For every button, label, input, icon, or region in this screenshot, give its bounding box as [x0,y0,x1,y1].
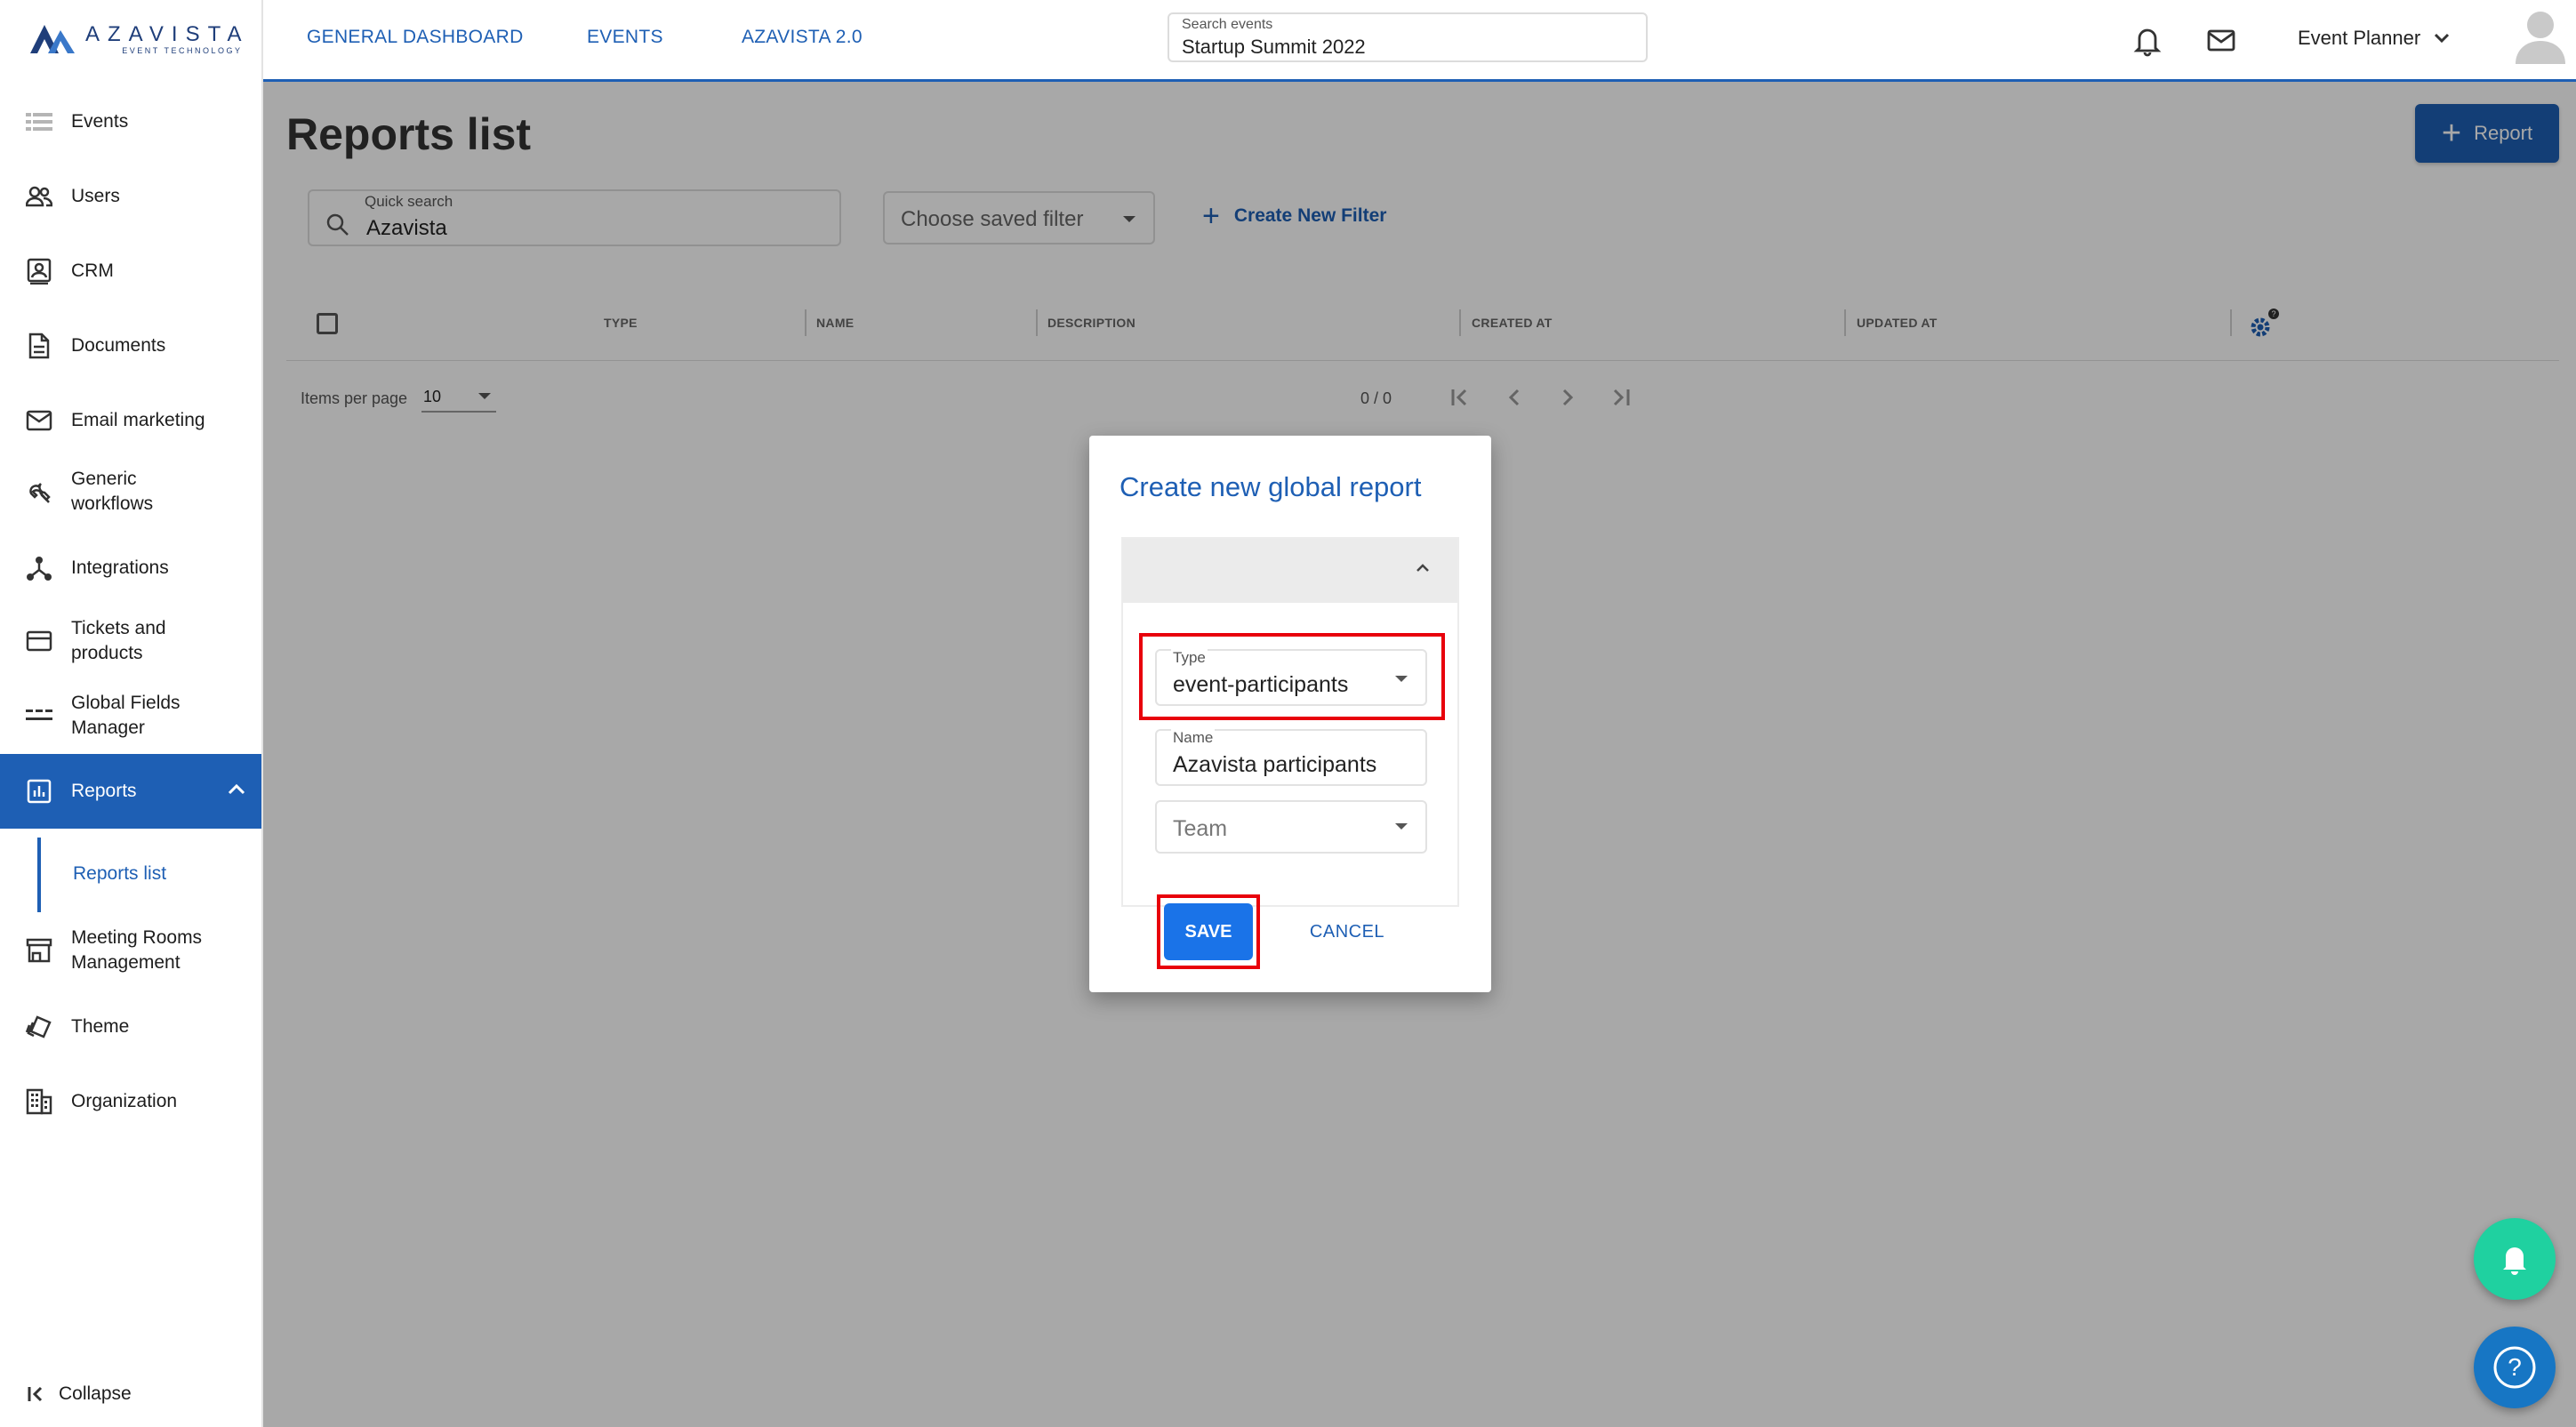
submenu-indicator [37,838,41,912]
logo-tagline: EVENT TECHNOLOGY [122,46,243,55]
sidebar-item-label: Generic workflows [71,469,154,514]
event-search-label: Search events [1182,17,1273,32]
event-search-input[interactable]: Search events Startup Summit 2022 [1168,12,1648,62]
sidebar-item-label: Documents [71,335,166,356]
sidebar-item-label: Events [71,111,129,132]
caret-down-icon [1395,823,1408,830]
mail-icon [25,406,53,435]
logo-mark-icon [30,25,75,53]
chevron-up-icon [1415,562,1431,579]
notifications-fab[interactable] [2474,1218,2556,1300]
user-menu[interactable]: Event Planner [2298,27,2451,50]
tab-general-dashboard[interactable]: GENERAL DASHBOARD [307,27,524,48]
dialog-title: Create new global report [1119,471,1422,502]
sidebar-item-documents[interactable]: Documents [0,326,261,365]
top-header: GENERAL DASHBOARD EVENTS AZAVISTA 2.0 Se… [263,0,2576,82]
mail-icon[interactable] [2204,23,2238,57]
svg-text:?: ? [2508,1353,2522,1381]
expansion-panel-header[interactable] [1123,539,1457,603]
sidebar-subitem-reports-list[interactable]: Reports list [73,863,166,885]
users-icon [25,182,53,211]
fields-icon [25,701,53,730]
sidebar-item-label: Users [71,186,120,206]
collapse-label: Collapse [59,1383,132,1404]
cancel-button[interactable]: CANCEL [1294,903,1400,960]
sidebar-item-global-fields-manager[interactable]: Global Fields Manager [0,689,261,742]
integrations-icon [25,554,53,582]
sidebar-item-label: Meeting Rooms Management [71,927,203,973]
sidebar-item-theme[interactable]: Theme [0,1007,261,1046]
sidebar: AZAVISTA EVENT TECHNOLOGY Events Users C… [0,0,263,1427]
collapse-icon [28,1386,43,1402]
sidebar-item-crm[interactable]: CRM [0,252,261,291]
sidebar-item-label: Reports [71,781,137,801]
sidebar-item-label: Organization [71,1091,178,1111]
sidebar-item-tickets-and-products[interactable]: Tickets and products [0,614,261,668]
sidebar-item-label: CRM [71,261,114,281]
name-label: Name [1171,729,1216,747]
bell-icon [2503,1247,2526,1275]
sidebar-item-organization[interactable]: Organization [0,1082,261,1121]
event-search-value: Startup Summit 2022 [1182,36,1366,58]
sidebar-item-users[interactable]: Users [0,177,261,216]
logo-word: AZAVISTA [85,22,250,46]
sidebar-item-label: Email marketing [71,410,205,430]
theme-icon [25,1013,53,1041]
help-fab[interactable]: ? [2474,1327,2556,1408]
sidebar-item-events[interactable]: Events [0,102,261,141]
wrench-icon [25,477,53,506]
tab-azavista-2[interactable]: AZAVISTA 2.0 [742,27,863,48]
sidebar-item-label: Tickets and products [71,618,166,663]
create-report-dialog: Create new global report Type event-part… [1089,436,1491,992]
expansion-panel: Type event-participants Name Azavista pa… [1121,537,1459,907]
team-select[interactable]: Team [1155,800,1427,854]
store-icon [25,936,53,965]
document-icon [25,332,53,360]
crm-icon [25,257,53,285]
name-field[interactable]: Name Azavista participants [1155,729,1427,786]
chevron-up-icon [228,783,245,800]
sidebar-item-generic-workflows[interactable]: Generic workflows [0,465,261,518]
events-icon [25,108,53,136]
user-name: Event Planner [2298,27,2421,49]
azavista-logo[interactable]: AZAVISTA EVENT TECHNOLOGY [28,20,249,59]
tab-events[interactable]: EVENTS [587,27,663,48]
sidebar-item-label: Global Fields Manager [71,693,181,738]
sidebar-item-meeting-rooms-management[interactable]: Meeting Rooms Management [0,924,261,977]
chart-icon [25,777,53,806]
sidebar-item-email-marketing[interactable]: Email marketing [0,401,261,440]
sidebar-item-label: Integrations [71,557,169,578]
help-icon: ? [2493,1346,2536,1389]
sidebar-item-reports[interactable]: Reports [0,754,261,829]
sidebar-item-integrations[interactable]: Integrations [0,549,261,588]
save-button[interactable]: SAVE [1164,903,1253,960]
ticket-icon [25,627,53,655]
collapse-button[interactable]: Collapse [27,1383,132,1405]
user-avatar-icon[interactable] [2514,7,2567,64]
name-value: Azavista participants [1173,752,1377,777]
building-icon [25,1087,53,1116]
sidebar-item-label: Theme [71,1016,130,1037]
type-highlight-box [1139,633,1445,720]
chevron-down-icon [2435,33,2450,44]
team-placeholder: Team [1173,816,1228,841]
bell-icon[interactable] [2131,23,2164,57]
